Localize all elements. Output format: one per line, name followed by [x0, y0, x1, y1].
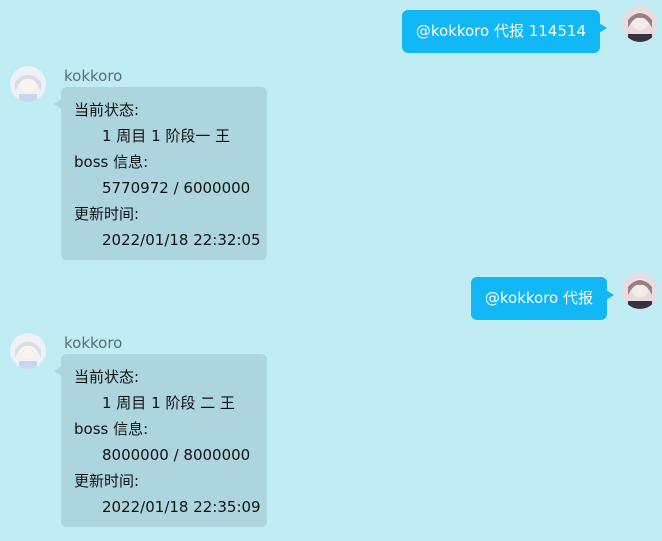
incoming-message[interactable]: 当前状态: 1 周目 1 阶段一 王 boss 信息: 5770972 / 60… [54, 87, 267, 260]
boss-hp-value: 5770972 / 6000000 [102, 179, 251, 197]
boss-hp-value: 8000000 / 8000000 [102, 446, 251, 464]
sender-name: kokkoro [64, 67, 123, 85]
kokkoro-avatar-icon[interactable] [10, 66, 46, 102]
status-label: 当前状态: [74, 101, 140, 119]
status-label: 当前状态: [74, 368, 140, 386]
outgoing-message[interactable]: @kokkoro 代报 114514 [401, 10, 608, 53]
update-time-value: 2022/01/18 22:32:05 [102, 231, 261, 249]
outgoing-message[interactable]: @kokkoro 代报 [470, 277, 615, 320]
status-value: 1 周目 1 阶段 二 王 [102, 394, 235, 412]
sender-name: kokkoro [64, 334, 123, 352]
outgoing-message-text: @kokkoro 代报 [484, 289, 593, 307]
outgoing-message-text: @kokkoro 代报 114514 [415, 22, 586, 40]
user-avatar-icon[interactable] [622, 6, 658, 42]
kokkoro-avatar-icon[interactable] [10, 333, 46, 369]
boss-info-label: boss 信息: [74, 420, 149, 438]
update-time-label: 更新时间: [74, 205, 140, 223]
update-time-value: 2022/01/18 22:35:09 [102, 498, 261, 516]
boss-info-label: boss 信息: [74, 153, 149, 171]
update-time-label: 更新时间: [74, 472, 140, 490]
incoming-message[interactable]: 当前状态: 1 周目 1 阶段 二 王 boss 信息: 8000000 / 8… [54, 354, 267, 527]
user-avatar-icon[interactable] [622, 273, 658, 309]
status-value: 1 周目 1 阶段一 王 [102, 127, 231, 145]
